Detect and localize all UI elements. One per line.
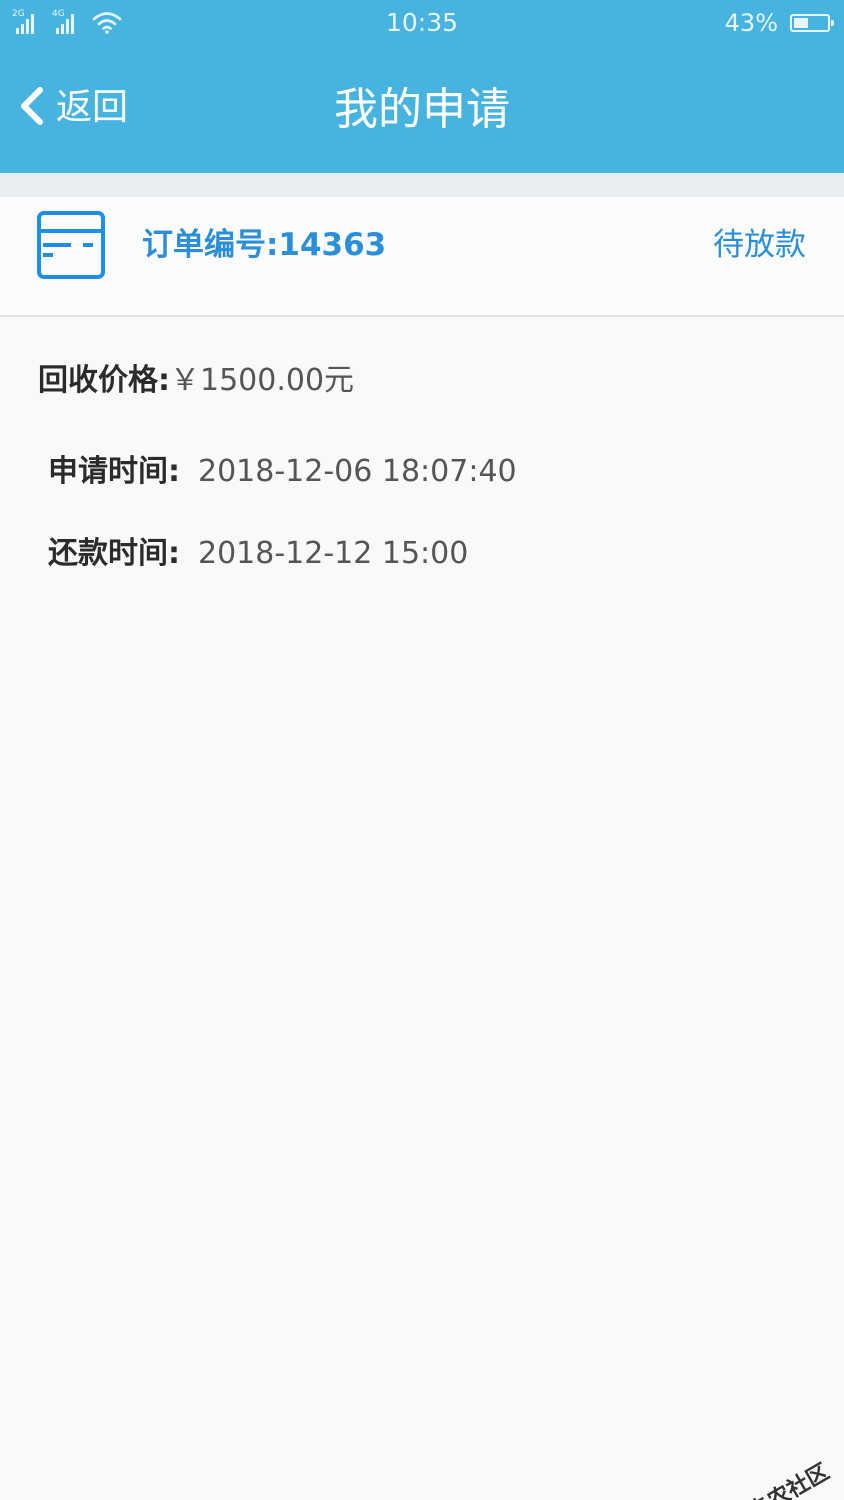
repay-time-label: 还款时间: [48,536,180,571]
status-bar: 2G 4G 10:35 43% [0,0,844,46]
watermark-logo: 卡农社区 [716,1454,834,1500]
order-number: 订单编号:14363 [142,227,387,263]
apply-time-value: 2018-12-06 18:07:40 [198,454,517,489]
card-icon [37,211,105,279]
apply-time-label: 申请时间: [48,454,180,489]
price-value: ￥1500.00元 [170,363,355,398]
page-title: 我的申请 [334,84,510,135]
order-header: 订单编号:14363 待放款 [0,197,844,317]
app-screen: 2G 4G 10:35 43% 返回 我的申请 订单编号:14363 待放款 回… [0,0,844,1500]
detail-row-price: 回收价格:￥1500.00元 [38,361,844,401]
repay-time-value: 2018-12-12 15:00 [198,536,469,571]
watermark-text: 卡农社区 [744,1459,834,1500]
navigation-bar: 返回 我的申请 [0,46,844,173]
section-divider [0,173,844,197]
detail-row-apply-time: 申请时间: 2018-12-06 18:07:40 [48,452,844,492]
price-label: 回收价格: [38,363,170,398]
battery-fill [794,18,808,28]
detail-row-repay-time: 还款时间: 2018-12-12 15:00 [48,534,844,574]
order-status: 待放款 [713,227,806,263]
status-time: 10:35 [385,8,459,37]
battery-icon [790,14,834,32]
status-icons-right: 43% [724,8,834,38]
battery-percent: 43% [724,9,778,37]
